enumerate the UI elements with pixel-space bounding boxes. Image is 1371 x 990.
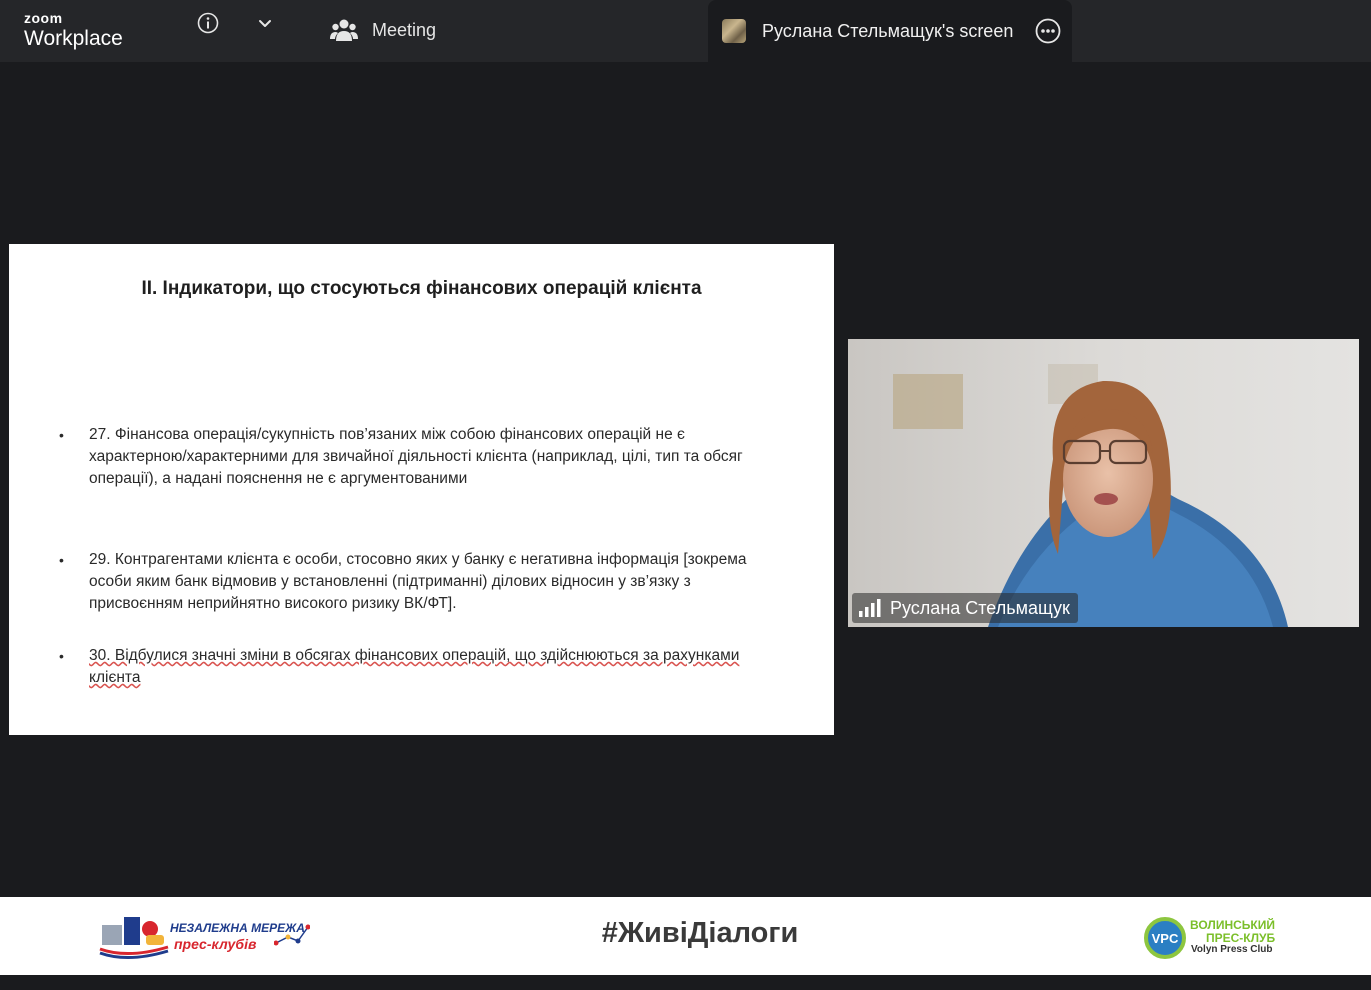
participant-video[interactable]: Руслана Стельмащук	[848, 339, 1359, 627]
signal-strength-icon	[859, 599, 881, 617]
bullet-dot: •	[59, 552, 64, 568]
bullet-text: 30. Відбулися значні зміни в обсягах фін…	[89, 647, 740, 686]
participant-video-image	[848, 339, 1359, 627]
info-icon[interactable]	[197, 12, 219, 34]
slide-bullet: • 27. Фінансова операція/сукупність пов’…	[59, 424, 779, 490]
slide-bullet: • 29. Контрагентами клієнта є особи, сто…	[59, 549, 779, 615]
vpc-badge: VPC	[1144, 917, 1186, 959]
brand-top: zoom	[24, 10, 63, 26]
bottom-strip	[0, 975, 1371, 990]
bullet-dot: •	[59, 427, 64, 443]
more-icon[interactable]	[1034, 17, 1062, 45]
meeting-icon	[330, 19, 358, 41]
slide-bullet: • 30. Відбулися значні зміни в обсягах ф…	[59, 645, 779, 689]
volyn-press-club-logo: VPC ВОЛИНСЬКИЙ ПРЕС-КЛУБ Volyn Press Clu…	[1144, 915, 1294, 961]
screen-tab-label: Руслана Стельмащук's screen	[762, 20, 1014, 41]
right-logo-line3: Volyn Press Club	[1191, 944, 1273, 955]
brand-bottom: Workplace	[24, 27, 123, 50]
right-logo-line2: ПРЕС-КЛУБ	[1206, 931, 1276, 945]
bullet-text: 27. Фінансова операція/сукупність пов’яз…	[89, 426, 743, 487]
shared-slide: ІІ. Індикатори, що стосуються фінансових…	[9, 244, 834, 735]
tab-shared-screen[interactable]: Руслана Стельмащук's screen	[708, 0, 1072, 62]
bullet-dot: •	[59, 648, 64, 664]
meeting-tab-label: Meeting	[372, 19, 437, 40]
footer-banner: НЕЗАЛЕЖНА МЕРЕЖА прес-клубів #ЖивіДіалог…	[0, 897, 1371, 975]
slide-title: ІІ. Індикатори, що стосуються фінансових…	[141, 278, 702, 299]
right-logo-line1: ВОЛИНСЬКИЙ	[1190, 918, 1275, 932]
participant-name-tag: Руслана Стельмащук	[852, 593, 1078, 623]
zoom-workplace-logo: zoom Workplace	[24, 10, 123, 52]
top-bar: zoom Workplace Meeting Руслана Стельмащу…	[0, 0, 1371, 62]
bullet-text: 29. Контрагентами клієнта є особи, стосо…	[89, 551, 747, 612]
participant-name: Руслана Стельмащук	[890, 597, 1070, 618]
avatar	[722, 19, 746, 43]
tab-meeting[interactable]: Meeting	[330, 14, 436, 46]
chevron-down-icon[interactable]	[255, 14, 275, 34]
